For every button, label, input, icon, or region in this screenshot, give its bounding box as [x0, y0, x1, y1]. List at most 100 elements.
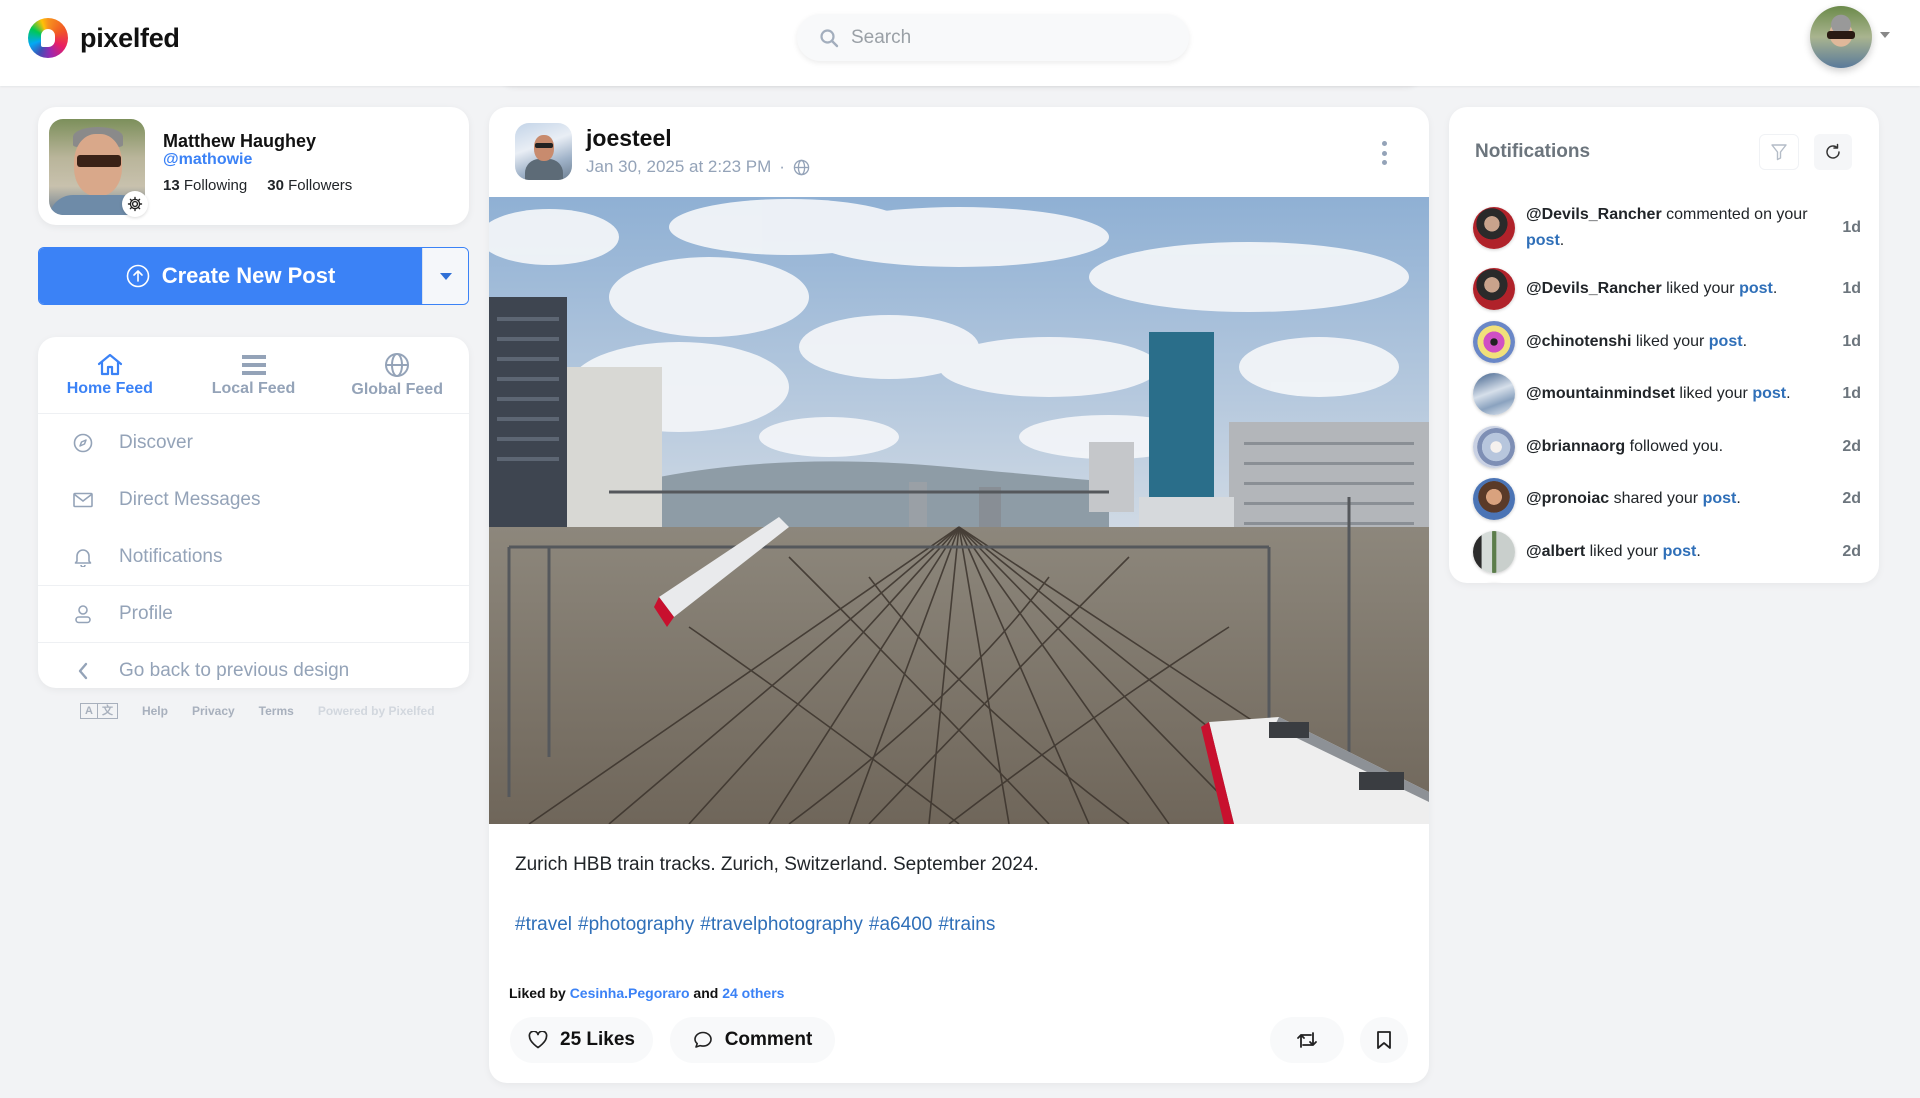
bookmark-button[interactable]	[1360, 1017, 1408, 1063]
notification-avatar[interactable]	[1473, 207, 1515, 249]
caret-down-icon[interactable]	[1880, 32, 1890, 38]
notification-post-link[interactable]: post	[1739, 280, 1773, 297]
notification-item[interactable]: @albert liked your post. 2d	[1473, 526, 1863, 579]
create-post-dropdown-button[interactable]	[422, 248, 468, 304]
notification-user[interactable]: @mountainmindset	[1526, 385, 1675, 402]
sidebar-item-profile[interactable]: Profile	[38, 585, 469, 642]
notification-item[interactable]: @chinotenshi liked your post. 1d	[1473, 316, 1863, 369]
notification-action: liked your	[1589, 542, 1659, 560]
hashtag-link[interactable]: #travelphotography	[700, 914, 863, 936]
notification-time: 1d	[1842, 385, 1861, 403]
notification-avatar[interactable]	[1473, 373, 1515, 416]
help-link[interactable]: Help	[142, 704, 168, 718]
avatar-detail	[535, 143, 553, 148]
settings-button[interactable]	[122, 191, 148, 217]
notification-time: 2d	[1842, 542, 1861, 560]
language-icon[interactable]: A文	[80, 703, 118, 719]
notification-user[interactable]: @chinotenshi	[1526, 333, 1631, 350]
notification-user[interactable]: @briannaorg	[1526, 438, 1625, 455]
profile-card: Matthew Haughey @mathowie 13 Following 3…	[38, 107, 469, 225]
post-more-options-button[interactable]	[1379, 141, 1389, 165]
post-author-avatar[interactable]	[515, 123, 572, 180]
create-new-post-label: Create New Post	[161, 263, 336, 288]
privacy-link[interactable]: Privacy	[192, 704, 235, 718]
notification-avatar[interactable]	[1473, 320, 1515, 363]
notification-text: @Devils_Rancher liked your post.	[1526, 280, 1778, 298]
notification-item[interactable]: @mountainmindset liked your post. 1d	[1473, 368, 1863, 421]
caret-down-icon	[439, 272, 452, 280]
globe-icon	[793, 159, 810, 175]
notification-item[interactable]: @Devils_Rancher commented on your post. …	[1473, 193, 1863, 263]
liked-by-user-link[interactable]: Cesinha.Pegoraro	[570, 985, 690, 1001]
avatar-detail	[77, 155, 121, 167]
refresh-button[interactable]	[1814, 134, 1852, 170]
sidebar-item-discover[interactable]: Discover	[38, 414, 469, 471]
profile-name[interactable]: Matthew Haughey	[163, 131, 316, 152]
brand[interactable]: pixelfed	[28, 18, 180, 58]
filter-button[interactable]	[1759, 134, 1799, 170]
like-button[interactable]: 25 Likes	[510, 1017, 653, 1063]
tab-label: Local Feed	[211, 379, 296, 397]
share-button[interactable]	[1270, 1017, 1344, 1063]
sidebar-item-notifications[interactable]: Notifications	[38, 528, 469, 585]
notification-avatar[interactable]	[1473, 530, 1515, 573]
search-input[interactable]	[851, 26, 1171, 49]
notification-post-link[interactable]: post	[1663, 543, 1697, 560]
create-new-post-button[interactable]: Create New Post	[39, 248, 422, 304]
following-stat[interactable]: 13 Following	[163, 177, 247, 194]
post-timestamp[interactable]: Jan 30, 2025 at 2:23 PM	[586, 157, 771, 177]
refresh-icon	[1826, 143, 1840, 159]
hashtag-link[interactable]: #trains	[938, 914, 995, 936]
notification-text: @chinotenshi liked your post.	[1526, 332, 1748, 350]
profile-stats: 13 Following 30 Followers	[163, 177, 352, 194]
comment-icon	[693, 1031, 712, 1048]
user-avatar-menu[interactable]	[1810, 6, 1872, 68]
comment-button[interactable]: Comment	[670, 1017, 835, 1063]
notification-item[interactable]: @briannaorg followed you. 2d	[1473, 421, 1863, 474]
notification-post-link[interactable]: post	[1526, 232, 1560, 249]
hashtag-link[interactable]: #travel	[515, 914, 572, 936]
sidebar-item-previous-design[interactable]: Go back to previous design	[38, 642, 469, 688]
post-photo[interactable]	[489, 197, 1429, 824]
tab-global-feed[interactable]: Global Feed	[325, 337, 469, 413]
hashtag-link[interactable]: #photography	[578, 914, 694, 936]
profile-handle[interactable]: @mathowie	[163, 151, 252, 169]
notification-avatar[interactable]	[1473, 268, 1515, 311]
user-icon	[75, 605, 91, 624]
followers-label: Followers	[288, 177, 353, 194]
notification-action: followed you.	[1629, 437, 1724, 455]
hashtag-link[interactable]: #a6400	[869, 914, 932, 936]
notification-item[interactable]: @Devils_Rancher liked your post. 1d	[1473, 263, 1863, 316]
search-bar[interactable]	[797, 14, 1189, 61]
post-caption: Zurich HBB train tracks. Zurich, Switzer…	[515, 854, 1039, 875]
liked-by-others-link[interactable]: 24 others	[722, 985, 784, 1001]
notification-item[interactable]: @pronoiac shared your post. 2d	[1473, 473, 1863, 526]
following-label: Following	[183, 177, 248, 194]
notification-user[interactable]: @Devils_Rancher	[1526, 206, 1662, 223]
tab-label: Home Feed	[66, 379, 153, 397]
notification-avatar[interactable]	[1473, 425, 1515, 468]
post-author-username[interactable]: joesteel	[586, 125, 672, 152]
sidebar-item-direct-messages[interactable]: Direct Messages	[38, 471, 469, 528]
notification-avatar[interactable]	[1473, 478, 1515, 521]
brand-name: pixelfed	[80, 22, 180, 53]
notification-user[interactable]: @Devils_Rancher	[1526, 280, 1662, 297]
notification-item-partial[interactable]	[1473, 578, 1863, 583]
notification-action: commented on your	[1666, 206, 1808, 223]
tab-home-feed[interactable]: Home Feed	[38, 337, 182, 413]
tab-local-feed[interactable]: Local Feed	[182, 337, 326, 413]
powered-by-link[interactable]: Powered by Pixelfed	[318, 704, 435, 718]
list-icon	[241, 354, 266, 375]
notification-post-link[interactable]: post	[1703, 490, 1737, 507]
notification-action: liked your	[1666, 280, 1735, 298]
notifications-panel: Notifications @Devils_Rancher commented …	[1449, 107, 1879, 583]
notification-user[interactable]: @pronoiac	[1526, 490, 1609, 507]
notification-user[interactable]: @albert	[1526, 543, 1585, 560]
notification-post-link[interactable]: post	[1752, 385, 1786, 402]
followers-stat[interactable]: 30 Followers	[267, 177, 352, 194]
search-icon	[820, 28, 839, 47]
notification-post-link[interactable]: post	[1709, 333, 1743, 350]
terms-link[interactable]: Terms	[259, 704, 294, 718]
footer-links: A文 Help Privacy Terms Powered by Pixelfe…	[80, 703, 435, 719]
notification-time: 2d	[1842, 490, 1861, 508]
